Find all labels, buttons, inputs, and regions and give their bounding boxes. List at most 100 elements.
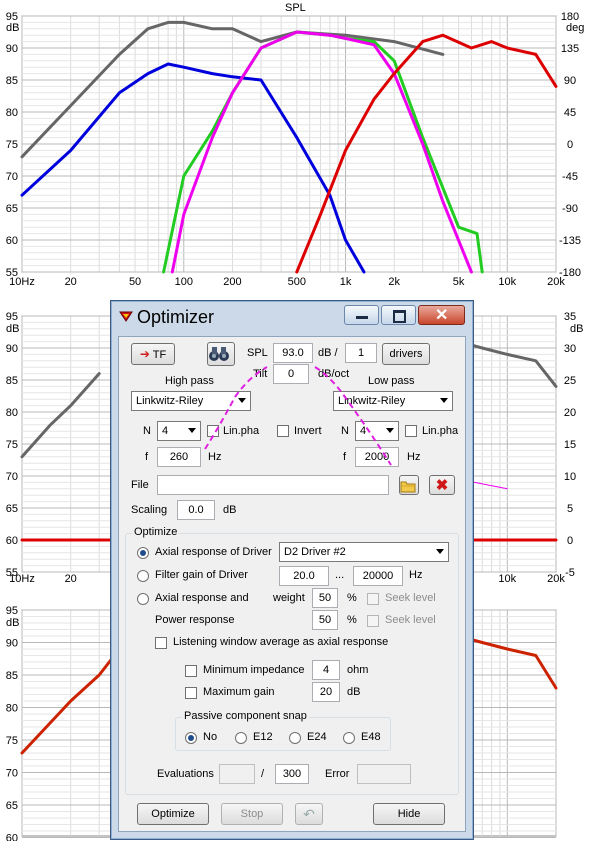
stop-button[interactable]: Stop — [221, 803, 283, 825]
lowpass-f-label: f — [343, 451, 347, 463]
app-icon — [119, 310, 133, 322]
highpass-order-select[interactable]: 4 — [157, 421, 201, 441]
gain-hz-label: Hz — [409, 569, 423, 581]
spl-y-tick-left: 70 — [6, 171, 18, 183]
snap-no-radio[interactable] — [185, 732, 197, 744]
clear-file-button[interactable]: ✖ — [429, 475, 455, 495]
open-folder-button[interactable] — [399, 475, 419, 495]
snap-e24-radio[interactable] — [289, 732, 301, 744]
drivers-button[interactable]: drivers — [382, 343, 430, 365]
scaling-label: Scaling — [131, 504, 168, 516]
mid-x-tick: 10Hz — [9, 573, 35, 585]
scaling-input[interactable]: 0.0 — [177, 500, 215, 520]
optimizer-dialog: Optimizer ✕ ➔ TF SPL 93.0 dB / 1 drivers… — [110, 300, 474, 840]
seek-level-label-1: Seek level — [385, 592, 436, 604]
hide-button[interactable]: Hide — [373, 803, 445, 825]
binoculars-icon — [209, 347, 229, 361]
tf-button[interactable]: ➔ TF — [131, 343, 175, 365]
power-response-label: Power response — [155, 614, 235, 626]
min-impedance-label: Minimum impedance — [203, 664, 305, 676]
seek-level-checkbox-1[interactable] — [367, 593, 379, 605]
lowpass-order-select[interactable]: 4 — [355, 421, 399, 441]
driver-select[interactable]: D2 Driver #2 — [279, 542, 449, 562]
min-impedance-input[interactable]: 4 — [312, 660, 340, 680]
weight2-percent: % — [347, 614, 357, 626]
mid-x-tick: 20k — [547, 573, 565, 585]
snap-e12-radio[interactable] — [235, 732, 247, 744]
lowpass-linpha-checkbox[interactable] — [405, 425, 417, 437]
spl-y-tick-left: 65 — [6, 203, 18, 215]
error-input — [357, 764, 411, 784]
weight1-input[interactable]: 50 — [312, 588, 338, 608]
spl-y-tick-left: 80 — [6, 107, 18, 119]
undo-button[interactable]: ↶ — [295, 803, 323, 825]
listening-window-label: Listening window average as axial respon… — [173, 636, 389, 648]
evaluations-max-input[interactable]: 300 — [275, 764, 309, 784]
chevron-down-icon — [436, 549, 444, 554]
lowpass-freq-input[interactable]: 2000 — [355, 447, 399, 467]
spl-y-tick-right: -90 — [562, 203, 578, 215]
filter-gain-radio[interactable] — [137, 570, 149, 582]
spl-label: SPL — [247, 347, 268, 359]
seek-level-checkbox-2[interactable] — [367, 615, 379, 627]
highpass-linpha-checkbox[interactable] — [207, 425, 219, 437]
max-gain-checkbox[interactable] — [185, 687, 197, 699]
bot-y-tick-left: 85 — [6, 670, 18, 682]
weight2-input[interactable]: 50 — [312, 610, 338, 630]
axial-driver-radio[interactable] — [137, 547, 149, 559]
optimize-button[interactable]: Optimize — [137, 803, 209, 825]
spl-x-tick: 20k — [547, 276, 565, 288]
snap-e48-radio[interactable] — [343, 732, 355, 744]
file-input[interactable] — [157, 475, 389, 495]
bot-y-tick-left: 80 — [6, 703, 18, 715]
chevron-down-icon — [440, 398, 448, 403]
invert-checkbox[interactable] — [277, 425, 289, 437]
maximize-button[interactable] — [381, 305, 416, 325]
lowpass-order-value: 4 — [360, 425, 367, 437]
mid-y-tick-right: 20 — [564, 407, 576, 419]
listening-window-checkbox[interactable] — [155, 637, 167, 649]
tilt-input[interactable]: 0 — [273, 364, 309, 384]
spl-x-tick: 10k — [498, 276, 516, 288]
gain-to-input[interactable]: 20000 — [353, 566, 403, 586]
gain-from-input[interactable]: 20.0 — [279, 566, 329, 586]
chevron-down-icon — [386, 428, 394, 433]
error-label: Error — [325, 768, 350, 780]
close-icon: ✕ — [435, 307, 449, 324]
snap-group-label: Passive component snap — [182, 710, 309, 722]
mid-y-tick-left: 60 — [6, 535, 18, 547]
highpass-freq-input[interactable]: 260 — [157, 447, 201, 467]
mid-y-tick-right: 10 — [564, 471, 576, 483]
lowpass-hz-label: Hz — [407, 451, 421, 463]
bot-y-tick-left: 75 — [6, 735, 18, 747]
axial-driver-label: Axial response of Driver — [155, 546, 272, 558]
bottom-unit-left: dB — [6, 617, 20, 629]
min-impedance-checkbox[interactable] — [185, 665, 197, 677]
highpass-type-select[interactable]: Linkwitz-Riley — [131, 391, 251, 411]
spl-x-tick: 500 — [288, 276, 306, 288]
invert-label: Invert — [294, 425, 322, 437]
lowpass-type-select[interactable]: Linkwitz-Riley — [333, 391, 453, 411]
lowpass-label: Low pass — [368, 375, 415, 387]
axial-power-radio[interactable] — [137, 593, 149, 605]
spl-y-tick-right: -135 — [559, 235, 581, 247]
max-gain-input[interactable]: 20 — [312, 682, 340, 702]
minimize-button[interactable] — [344, 305, 379, 325]
highpass-type-value: Linkwitz-Riley — [136, 395, 204, 407]
mid-y-tick-left: 95 — [6, 311, 18, 323]
drivers-count-input[interactable]: 1 — [345, 343, 377, 363]
close-button[interactable]: ✕ — [418, 305, 465, 325]
spl-y-tick-right: 135 — [561, 43, 579, 55]
middle-unit-left: dB — [6, 323, 20, 335]
highpass-f-label: f — [145, 451, 149, 463]
spl-y-tick-left: 90 — [6, 43, 18, 55]
optimize-group-label: Optimize — [132, 526, 180, 538]
snap-no-label: No — [203, 731, 218, 743]
spl-x-tick: 50 — [129, 276, 141, 288]
evaluations-input — [219, 764, 255, 784]
spl-y-tick-right: 90 — [564, 75, 576, 87]
mid-y-tick-right: 25 — [564, 375, 576, 387]
file-label: File — [131, 479, 149, 491]
binoculars-button[interactable] — [207, 342, 235, 366]
spl-input[interactable]: 93.0 — [273, 343, 313, 363]
